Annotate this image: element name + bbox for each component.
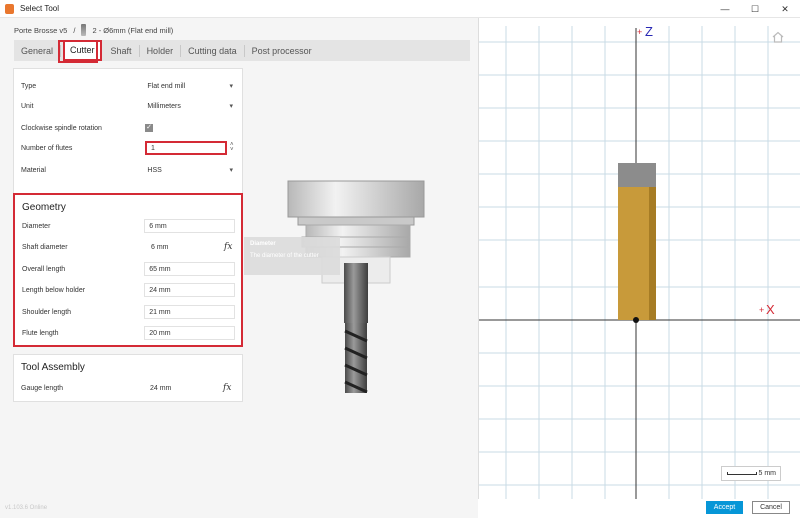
cw-checkbox[interactable]: ✓ (145, 124, 153, 132)
scale-bar (727, 472, 757, 475)
cw-label: Clockwise spindle rotation (21, 124, 102, 132)
maximize-button[interactable]: ☐ (740, 0, 770, 18)
tooltip: Diameter The diameter of the cutter (244, 237, 340, 275)
overall-length-label: Overall length (22, 265, 66, 273)
chevron-down-icon: ▾ (229, 103, 233, 110)
holder-collar (305, 224, 411, 238)
holder-body (287, 180, 425, 218)
unit-row: Unit Millimeters ▾ (21, 99, 236, 113)
scale-label: 5 mm (758, 470, 777, 477)
length-below-holder-label: Length below holder (22, 286, 86, 294)
material-value: HSS (147, 166, 162, 174)
home-icon[interactable] (772, 31, 784, 43)
cutter-properties-card: Type Flat end mill ▾ Unit Millimeters ▾ … (13, 68, 243, 200)
unit-value: Millimeters (147, 102, 181, 110)
flute-length-row: Flute length 20 mm (22, 326, 235, 340)
chevron-down-icon: ▾ (229, 167, 233, 174)
app-icon (5, 3, 14, 14)
tool-assembly-card: Tool Assembly Gauge length 24 mm fx (13, 354, 243, 402)
fx-icon[interactable]: fx (223, 383, 231, 393)
breadcrumb-separator: / (73, 25, 76, 35)
flutes-label: Number of flutes (21, 144, 73, 152)
highlight-cutter-tab (58, 40, 98, 63)
material-select[interactable]: HSS ▾ (144, 164, 236, 177)
breadcrumb-tool: 2 - Ø6mm (Flat end mill) (92, 25, 174, 35)
shaft-diameter-label: Shaft diameter (22, 243, 68, 251)
gauge-length-row: Gauge length 24 mm fx (21, 381, 237, 395)
window-title: Select Tool (20, 4, 59, 13)
breadcrumb: Porte Brosse v5 / 2 - Ø6mm (Flat end mil… (14, 24, 173, 36)
cw-row: Clockwise spindle rotation ✓ (21, 121, 236, 135)
type-value: Flat end mill (147, 82, 186, 90)
flute-length-input[interactable]: 20 mm (144, 326, 235, 340)
minimize-button[interactable]: — (710, 0, 740, 18)
breadcrumb-library[interactable]: Porte Brosse v5 (14, 26, 67, 35)
holder-flange (297, 216, 415, 226)
version-label: v1.103.6 Online (5, 505, 48, 511)
window-controls: — ☐ ✕ (710, 0, 800, 18)
type-select[interactable]: Flat end mill ▾ (144, 80, 236, 93)
close-button[interactable]: ✕ (770, 0, 800, 18)
cancel-button[interactable]: Cancel (752, 501, 790, 514)
x-axis-label: X (766, 302, 775, 317)
tab-shaft[interactable]: Shaft (104, 44, 140, 57)
unit-select[interactable]: Millimeters ▾ (144, 100, 236, 113)
tool-assembly-title: Tool Assembly (21, 362, 85, 373)
fx-icon[interactable]: fx (224, 242, 232, 252)
x-axis-plus: + (759, 305, 765, 315)
origin-point (633, 317, 639, 323)
material-label: Material (21, 166, 46, 174)
overall-length-row: Overall length 65 mm (22, 262, 235, 276)
geometry-card: Geometry Diameter 6 mm Shaft diameter 6 … (13, 193, 243, 347)
chevron-down-icon[interactable]: ˅ (230, 147, 234, 153)
z-axis-label: Z (645, 24, 653, 39)
tool-viewport[interactable] (478, 18, 800, 499)
scale-indicator: 5 mm (721, 466, 781, 481)
viewport-grid (479, 26, 800, 499)
unit-label: Unit (21, 102, 34, 110)
type-row: Type Flat end mill ▾ (21, 79, 236, 93)
length-below-holder-input[interactable]: 24 mm (144, 283, 235, 297)
left-panel: Porte Brosse v5 / 2 - Ø6mm (Flat end mil… (0, 18, 478, 518)
material-row: Material HSS ▾ (21, 163, 236, 177)
tooltip-text: The diameter of the cutter (250, 253, 319, 259)
overall-length-input[interactable]: 65 mm (144, 262, 235, 276)
tab-holder[interactable]: Holder (140, 44, 182, 57)
tab-post-processor[interactable]: Post processor (245, 45, 319, 57)
tool-shank-gray (618, 163, 656, 187)
accept-button[interactable]: Accept (706, 501, 743, 514)
geometry-title: Geometry (22, 202, 66, 213)
end-mill-icon (81, 24, 87, 36)
shaft-diameter-row: Shaft diameter 6 mm fx (22, 240, 238, 254)
shoulder-length-input[interactable]: 21 mm (144, 305, 235, 319)
tool-holder-preview (287, 180, 425, 393)
type-label: Type (21, 82, 37, 90)
shoulder-length-label: Shoulder length (22, 308, 72, 316)
flutes-row: Number of flutes 1 ˄ ˅ (21, 141, 236, 155)
chevron-down-icon: ▾ (229, 83, 233, 90)
tooltip-title: Diameter (250, 241, 276, 247)
diameter-label: Diameter (22, 222, 51, 230)
shoulder-length-row: Shoulder length 21 mm (22, 305, 235, 319)
flutes-input[interactable]: 1 (145, 141, 227, 155)
gauge-length-label: Gauge length (21, 384, 64, 392)
title-bar: Select Tool — ☐ ✕ (0, 0, 800, 18)
tool-body-shade (649, 187, 656, 320)
z-axis-plus: + (637, 27, 643, 37)
length-below-holder-row: Length below holder 24 mm (22, 283, 235, 297)
tab-cutting-data[interactable]: Cutting data (181, 44, 245, 57)
flutes-spinner[interactable]: ˄ ˅ (230, 142, 234, 153)
diameter-input[interactable]: 6 mm (144, 219, 235, 233)
tool-shank (344, 263, 368, 323)
tab-general[interactable]: General (14, 44, 62, 57)
diameter-row: Diameter 6 mm (22, 219, 235, 233)
flute-length-label: Flute length (22, 329, 59, 337)
